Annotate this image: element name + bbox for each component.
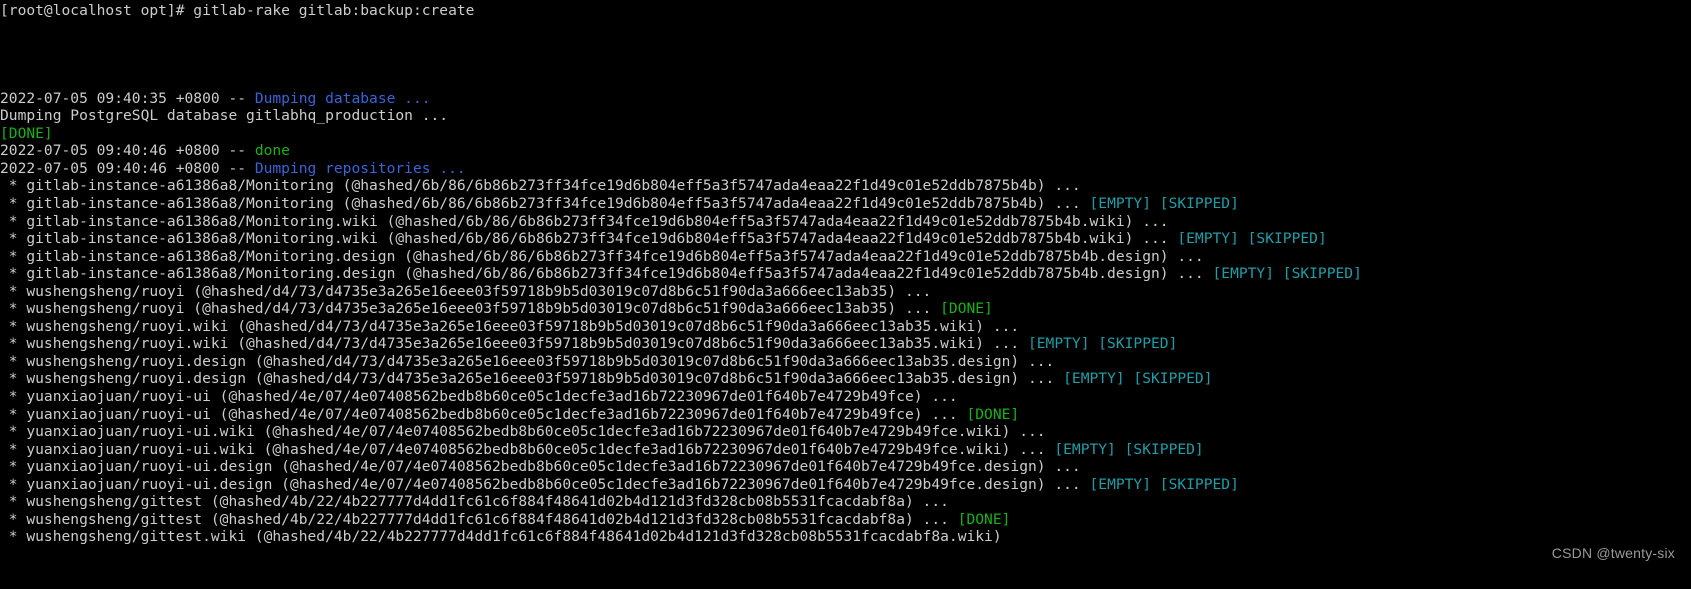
terminal-text-green: [DONE]: [957, 510, 1011, 528]
terminal-line: * wushengsheng/ruoyi.design (@hashed/d4/…: [0, 353, 1691, 371]
terminal-line: * wushengsheng/ruoyi (@hashed/d4/73/d473…: [0, 283, 1691, 301]
terminal-text-default: * wushengsheng/ruoyi.design (@hashed/d4/…: [0, 370, 1064, 388]
terminal-text-default: * yuanxiaojuan/ruoyi-ui.wiki (@hashed/4e…: [0, 440, 1055, 458]
terminal-text-green: [DONE]: [0, 124, 53, 142]
terminal-line: 2022-07-05 09:40:35 +0800 -- Dumping dat…: [0, 90, 1691, 108]
terminal-line: * wushengsheng/ruoyi.wiki (@hashed/d4/73…: [0, 318, 1691, 336]
terminal-text-default: * wushengsheng/gittest (@hashed/4b/22/4b…: [0, 510, 958, 528]
terminal-text-default: * wushengsheng/gittest (@hashed/4b/22/4b…: [0, 493, 958, 511]
terminal-text-default: * gitlab-instance-a61386a8/Monitoring.wi…: [0, 212, 1178, 230]
terminal-text-default: Dumping PostgreSQL database gitlabhq_pro…: [0, 107, 457, 125]
terminal-text-green: done: [254, 142, 290, 160]
terminal-text-default: * wushengsheng/ruoyi.design (@hashed/d4/…: [0, 352, 1064, 370]
terminal-text-default: * gitlab-instance-a61386a8/Monitoring.de…: [0, 265, 1213, 283]
terminal-text-default: * yuanxiaojuan/ruoyi-ui.design (@hashed/…: [0, 458, 1090, 476]
terminal-line: * wushengsheng/ruoyi.design (@hashed/d4/…: [0, 370, 1691, 388]
terminal-text-blue: Dumping repositories ...: [254, 159, 466, 177]
terminal-text-blue: Dumping database ...: [254, 89, 431, 107]
terminal-text-default: * wushengsheng/ruoyi.wiki (@hashed/d4/73…: [0, 317, 1028, 335]
terminal-text-default: * wushengsheng/ruoyi.wiki (@hashed/d4/73…: [0, 335, 1028, 353]
terminal-line: 2022-07-05 09:40:46 +0800 -- Dumping rep…: [0, 160, 1691, 178]
terminal-line: [DONE]: [0, 125, 1691, 143]
terminal-text-default: 2022-07-05 09:40:35 +0800 --: [0, 89, 255, 107]
terminal-text-default: * yuanxiaojuan/ruoyi-ui.wiki (@hashed/4e…: [0, 423, 1055, 441]
terminal-line: * gitlab-instance-a61386a8/Monitoring.wi…: [0, 230, 1691, 248]
terminal-output[interactable]: [root@localhost opt]# gitlab-rake gitlab…: [0, 0, 1691, 589]
terminal-text-cyan: [EMPTY] [SKIPPED]: [1089, 195, 1239, 213]
terminal-line: * gitlab-instance-a61386a8/Monitoring (@…: [0, 195, 1691, 213]
terminal-text-default: * wushengsheng/gittest.wiki (@hashed/4b/…: [0, 528, 1002, 546]
terminal-line: * wushengsheng/gittest (@hashed/4b/22/4b…: [0, 493, 1691, 511]
terminal-text-cyan: [EMPTY] [SKIPPED]: [1063, 370, 1213, 388]
terminal-text-cyan: [EMPTY] [SKIPPED]: [1212, 265, 1362, 283]
terminal-text-default: * wushengsheng/ruoyi (@hashed/d4/73/d473…: [0, 300, 941, 318]
terminal-line: * wushengsheng/ruoyi.wiki (@hashed/d4/73…: [0, 335, 1691, 353]
terminal-line: * yuanxiaojuan/ruoyi-ui.design (@hashed/…: [0, 458, 1691, 476]
terminal-text-green: [DONE]: [940, 300, 993, 318]
terminal-text-default: * gitlab-instance-a61386a8/Monitoring (@…: [0, 177, 1090, 195]
terminal-line: * yuanxiaojuan/ruoyi-ui (@hashed/4e/07/4…: [0, 406, 1691, 424]
terminal-line: * gitlab-instance-a61386a8/Monitoring (@…: [0, 177, 1691, 195]
terminal-line: * wushengsheng/ruoyi (@hashed/d4/73/d473…: [0, 300, 1691, 318]
terminal-text-default: 2022-07-05 09:40:46 +0800 --: [0, 142, 255, 160]
terminal-text-default: * gitlab-instance-a61386a8/Monitoring.de…: [0, 247, 1213, 265]
terminal-text-cyan: [EMPTY] [SKIPPED]: [1027, 335, 1178, 353]
terminal-text-cyan: [EMPTY] [SKIPPED]: [1089, 475, 1239, 493]
terminal-text-default: * yuanxiaojuan/ruoyi-ui (@hashed/4e/07/4…: [0, 405, 967, 423]
terminal-text-default: * gitlab-instance-a61386a8/Monitoring.wi…: [0, 230, 1178, 248]
terminal-text-default: * yuanxiaojuan/ruoyi-ui (@hashed/4e/07/4…: [0, 388, 967, 406]
terminal-text-cyan: [EMPTY] [SKIPPED]: [1054, 440, 1204, 458]
terminal-text-cyan: [EMPTY] [SKIPPED]: [1177, 230, 1327, 248]
terminal-line: * gitlab-instance-a61386a8/Monitoring.de…: [0, 248, 1691, 266]
terminal-line: * yuanxiaojuan/ruoyi-ui.design (@hashed/…: [0, 476, 1691, 494]
terminal-line: * gitlab-instance-a61386a8/Monitoring.de…: [0, 265, 1691, 283]
terminal-line: * yuanxiaojuan/ruoyi-ui (@hashed/4e/07/4…: [0, 388, 1691, 406]
terminal-line: 2022-07-05 09:40:46 +0800 -- done: [0, 142, 1691, 160]
terminal-line: Dumping PostgreSQL database gitlabhq_pro…: [0, 107, 1691, 125]
terminal-text-default: 2022-07-05 09:40:46 +0800 --: [0, 159, 255, 177]
terminal-line: * wushengsheng/gittest (@hashed/4b/22/4b…: [0, 511, 1691, 529]
terminal-text-default: [root@localhost opt]# gitlab-rake gitlab…: [0, 2, 475, 19]
terminal-text-green: [DONE]: [966, 405, 1020, 423]
csdn-watermark: CSDN @twenty-six: [1551, 545, 1675, 562]
terminal-text-default: * gitlab-instance-a61386a8/Monitoring (@…: [0, 195, 1090, 213]
terminal-line: * yuanxiaojuan/ruoyi-ui.wiki (@hashed/4e…: [0, 441, 1691, 459]
terminal-text-default: * yuanxiaojuan/ruoyi-ui.design (@hashed/…: [0, 475, 1090, 493]
terminal-prompt-line: [root@localhost opt]# gitlab-rake gitlab…: [0, 2, 1691, 20]
terminal-text-default: * wushengsheng/ruoyi (@hashed/d4/73/d473…: [0, 282, 941, 300]
terminal-line: * gitlab-instance-a61386a8/Monitoring.wi…: [0, 213, 1691, 231]
terminal-line: * wushengsheng/gittest.wiki (@hashed/4b/…: [0, 528, 1691, 546]
terminal-line: * yuanxiaojuan/ruoyi-ui.wiki (@hashed/4e…: [0, 423, 1691, 441]
